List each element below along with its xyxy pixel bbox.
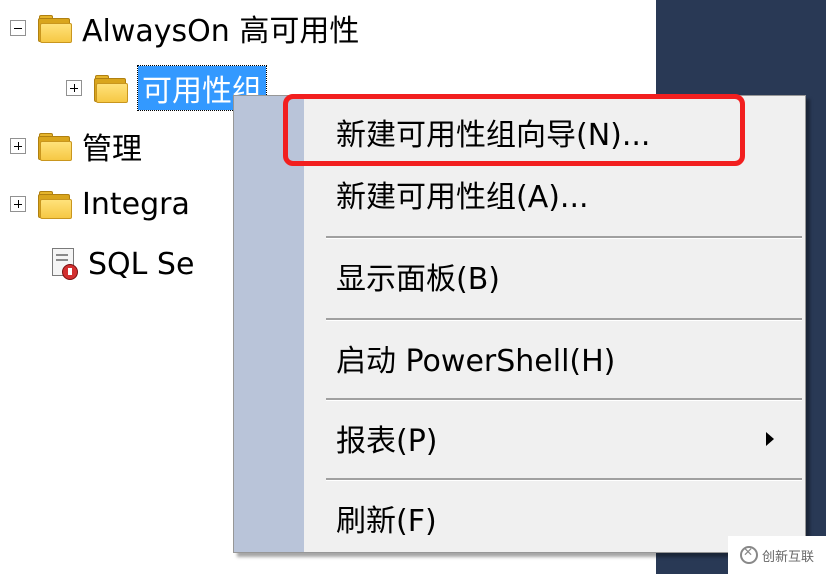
submenu-arrow-icon — [766, 432, 774, 446]
tree-item-integration[interactable]: Integra — [10, 184, 190, 224]
folder-icon — [38, 15, 72, 43]
menu-item-reports[interactable]: 报表(P) — [304, 408, 804, 468]
watermark: 创新互联 — [728, 536, 826, 574]
expand-icon[interactable] — [10, 138, 26, 154]
tree-item-label: 管理 — [82, 132, 142, 167]
tree-item-alwayson[interactable]: AlwaysOn 高可用性 — [10, 8, 360, 49]
menu-item-show-dashboard[interactable]: 显示面板(B) — [304, 246, 804, 306]
menu-item-label: 新建可用性组(A)... — [336, 180, 589, 215]
collapse-icon[interactable] — [10, 20, 26, 36]
folder-icon — [38, 133, 72, 161]
menu-item-label: 刷新(F) — [336, 504, 437, 539]
menu-item-new-ag[interactable]: 新建可用性组(A)... — [304, 164, 804, 224]
tree-item-management[interactable]: 管理 — [10, 126, 142, 167]
menu-separator — [326, 318, 802, 321]
menu-separator — [326, 398, 802, 401]
menu-separator — [326, 236, 802, 239]
menu-item-start-powershell[interactable]: 启动 PowerShell(H) — [304, 328, 804, 388]
annotation-highlight-box — [283, 94, 745, 166]
menu-separator — [326, 478, 802, 481]
tree-item-label: AlwaysOn 高可用性 — [82, 14, 360, 49]
tree-item-sql-server-logs[interactable]: SQL Se — [50, 244, 194, 284]
tree-item-label: SQL Se — [88, 246, 195, 282]
watermark-logo-icon — [739, 545, 758, 564]
menu-item-label: 启动 PowerShell(H) — [336, 344, 616, 379]
folder-icon — [94, 75, 128, 103]
menu-item-label: 显示面板(B) — [336, 262, 500, 297]
expand-icon[interactable] — [66, 80, 82, 96]
tree-item-label: Integra — [82, 186, 190, 222]
sql-server-log-icon — [50, 248, 78, 280]
folder-icon — [38, 191, 72, 219]
expand-icon[interactable] — [10, 196, 26, 212]
menu-item-label: 报表(P) — [336, 424, 438, 459]
watermark-text: 创新互联 — [761, 548, 814, 564]
